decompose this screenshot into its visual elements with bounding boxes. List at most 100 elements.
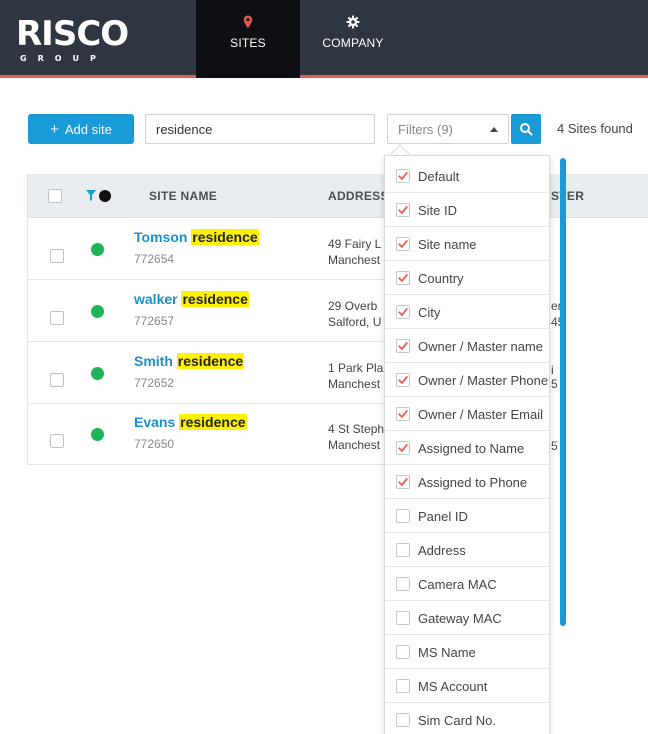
table-row[interactable]: Evans residence 772650 4 St Steph Manche… [28, 404, 384, 465]
column-site-name[interactable]: SITE NAME [149, 189, 217, 203]
filter-option[interactable]: Owner / Master Email [385, 397, 549, 431]
filter-option[interactable]: Owner / Master Phone [385, 363, 549, 397]
site-address-line1: 29 Overb [328, 299, 378, 313]
site-id: 772657 [134, 314, 175, 328]
site-id: 772650 [134, 437, 175, 451]
filter-option[interactable]: Sim Card No. [385, 703, 549, 734]
checkbox-checked[interactable] [396, 373, 410, 387]
checkbox-checked[interactable] [396, 475, 410, 489]
filter-option-label: Assigned to Phone [418, 475, 528, 490]
checkmark-icon [398, 444, 408, 452]
site-name-link[interactable]: Evans residence [134, 414, 247, 430]
filters-menu: Default Site ID Site name Country City Owner … [384, 155, 550, 734]
checkbox-checked[interactable] [396, 407, 410, 421]
filter-option[interactable]: Assigned to Name [385, 431, 549, 465]
column-address[interactable]: ADDRESS [328, 189, 389, 203]
nav-tab-sites[interactable]: SITES [196, 0, 300, 78]
site-address-line1: 49 Fairy L [328, 237, 382, 251]
add-site-button[interactable]: + Add site [28, 114, 134, 144]
site-name-link[interactable]: Tomson residence [134, 229, 259, 245]
checkbox-unchecked[interactable] [396, 509, 410, 523]
checkmark-icon [398, 274, 408, 282]
site-id: 772652 [134, 376, 175, 390]
filter-option-label: Owner / Master Email [418, 407, 543, 422]
gear-icon [346, 15, 360, 29]
row-checkbox[interactable] [50, 434, 64, 448]
owner-fragment: 5 [551, 439, 558, 453]
filter-option[interactable]: MS Name [385, 635, 549, 669]
column-owner-master[interactable]: STER [551, 189, 584, 203]
site-address-line2: Manchest [328, 438, 381, 452]
top-navbar: RISCO GROUP SITES COMPANY [0, 0, 648, 78]
risco-logo[interactable]: RISCO GROUP [16, 10, 166, 68]
checkmark-icon [398, 410, 408, 418]
filter-option[interactable]: Site name [385, 227, 549, 261]
nav-tab-sites-label: SITES [230, 36, 266, 50]
logo-wordmark: RISCO [16, 14, 129, 54]
filter-option[interactable]: Owner / Master name [385, 329, 549, 363]
filter-option[interactable]: Camera MAC [385, 567, 549, 601]
table-row[interactable]: Smith residence 772652 1 Park Pla Manche… [28, 343, 384, 404]
site-name-link[interactable]: Smith residence [134, 353, 245, 369]
filter-option[interactable]: Site ID [385, 193, 549, 227]
filters-label: Filters (9) [398, 121, 453, 137]
site-name-link[interactable]: walker residence [134, 291, 249, 307]
filter-option-label: MS Account [418, 679, 488, 694]
filter-option[interactable]: Gateway MAC [385, 601, 549, 635]
checkbox-unchecked[interactable] [396, 679, 410, 693]
filter-option[interactable]: Country [385, 261, 549, 295]
row-checkbox[interactable] [50, 249, 64, 263]
site-address-line2: Manchest [328, 377, 381, 391]
filter-option-label: Address [418, 543, 466, 558]
checkbox-checked[interactable] [396, 203, 410, 217]
filter-icon[interactable] [86, 190, 96, 201]
filter-option[interactable]: Default [385, 159, 549, 193]
table-bottom-border [27, 464, 387, 465]
filter-option[interactable]: Assigned to Phone [385, 465, 549, 499]
filter-option-label: City [418, 305, 441, 320]
status-filter-dot[interactable] [99, 190, 111, 202]
table-row[interactable]: Tomson residence 772654 49 Fairy L Manch… [28, 219, 384, 280]
filters-scrollbar[interactable] [560, 158, 566, 626]
checkmark-icon [398, 376, 408, 384]
select-all-checkbox[interactable] [48, 189, 62, 203]
checkmark-icon [398, 240, 408, 248]
checkbox-unchecked[interactable] [396, 577, 410, 591]
filters-dropdown[interactable]: Filters (9) [387, 114, 509, 144]
filter-option-label: Assigned to Name [418, 441, 525, 456]
checkbox-unchecked[interactable] [396, 645, 410, 659]
filter-option[interactable]: Address [385, 533, 549, 567]
filter-option[interactable]: City [385, 295, 549, 329]
site-address-line2: Salford, U [328, 315, 382, 329]
status-online-dot [91, 367, 104, 380]
checkbox-checked[interactable] [396, 339, 410, 353]
filter-option-label: MS Name [418, 645, 476, 660]
checkmark-icon [398, 308, 408, 316]
site-address-line1: 1 Park Pla [328, 361, 384, 375]
add-site-label: Add site [64, 121, 112, 137]
checkbox-checked[interactable] [396, 271, 410, 285]
row-checkbox[interactable] [50, 311, 64, 325]
row-checkbox[interactable] [50, 373, 64, 387]
table-row[interactable]: walker residence 772657 29 Overb Salford… [28, 281, 384, 342]
checkbox-unchecked[interactable] [396, 611, 410, 625]
filter-option-label: Camera MAC [418, 577, 497, 592]
search-button[interactable] [511, 114, 541, 144]
site-address-line2: Manchest [328, 253, 381, 267]
checkbox-checked[interactable] [396, 441, 410, 455]
checkmark-icon [398, 172, 408, 180]
search-icon [520, 123, 533, 136]
checkbox-checked[interactable] [396, 237, 410, 251]
table-header: SITE NAME ADDRESS STER [28, 174, 648, 218]
filter-option[interactable]: Panel ID [385, 499, 549, 533]
search-input[interactable] [145, 114, 375, 144]
nav-tab-company[interactable]: COMPANY [301, 0, 405, 78]
checkbox-unchecked[interactable] [396, 713, 410, 727]
filter-option[interactable]: MS Account [385, 669, 549, 703]
checkbox-checked[interactable] [396, 169, 410, 183]
checkbox-checked[interactable] [396, 305, 410, 319]
checkbox-unchecked[interactable] [396, 543, 410, 557]
site-address-line1: 4 St Steph [328, 422, 385, 436]
nav-tab-company-label: COMPANY [322, 36, 384, 50]
filter-option-label: Panel ID [418, 509, 468, 524]
